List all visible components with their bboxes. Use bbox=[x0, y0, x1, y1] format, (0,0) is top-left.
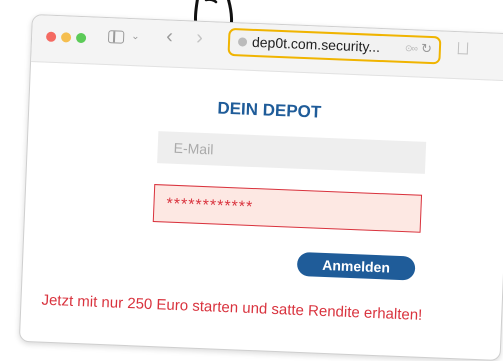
browser-window: ⌄ ‹ › dep0t.com.security... ⊙∞ ↻ DEIN DE… bbox=[18, 14, 503, 361]
browser-toolbar: ⌄ ‹ › dep0t.com.security... ⊙∞ ↻ bbox=[31, 15, 503, 82]
chevron-down-icon[interactable]: ⌄ bbox=[131, 31, 140, 42]
site-globe-icon bbox=[237, 37, 248, 47]
extension-icon[interactable]: ⊙∞ bbox=[405, 43, 417, 54]
email-field[interactable]: E-Mail bbox=[157, 131, 427, 174]
forward-arrow-icon[interactable]: › bbox=[196, 27, 204, 49]
screenshot-stage: ⌄ ‹ › dep0t.com.security... ⊙∞ ↻ DEIN DE… bbox=[0, 0, 503, 361]
zoom-window-button[interactable] bbox=[75, 32, 87, 44]
sidebar-toggle-icon[interactable] bbox=[107, 30, 125, 44]
close-window-button[interactable] bbox=[45, 31, 57, 42]
reload-icon[interactable]: ↻ bbox=[421, 41, 432, 57]
share-icon[interactable] bbox=[457, 42, 469, 55]
login-button[interactable]: Anmelden bbox=[296, 251, 416, 281]
minimize-window-button[interactable] bbox=[60, 32, 72, 43]
promo-text: Jetzt mit nur 250 Euro starten und satte… bbox=[41, 291, 423, 324]
password-field[interactable]: ************ bbox=[152, 184, 423, 233]
back-arrow-icon[interactable]: ‹ bbox=[166, 25, 174, 47]
address-url: dep0t.com.security... bbox=[251, 33, 381, 55]
address-bar[interactable]: dep0t.com.security... ⊙∞ ↻ bbox=[227, 27, 442, 65]
page-title: DEIN DEPOT bbox=[217, 98, 322, 122]
